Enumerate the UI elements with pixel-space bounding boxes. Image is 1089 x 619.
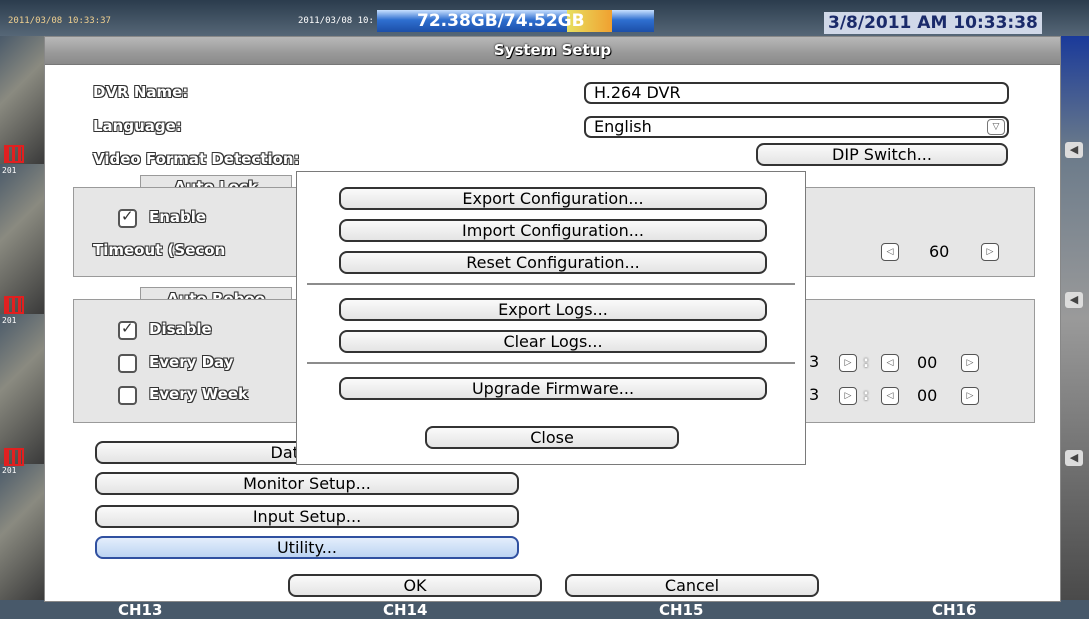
input-setup-button[interactable]: Input Setup... — [95, 505, 519, 528]
every-week-minute-spinner[interactable]: ◁ 00 ▷ — [881, 386, 981, 406]
record-icon — [4, 448, 24, 466]
speaker-icon[interactable]: ◀ — [1065, 142, 1083, 158]
upgrade-firmware-button[interactable]: Upgrade Firmware... — [339, 377, 767, 400]
language-select[interactable]: English ▽ — [584, 116, 1009, 138]
export-configuration-button[interactable]: Export Configuration... — [339, 187, 767, 210]
every-day-hour-value: 3 — [809, 352, 820, 371]
chevron-down-icon[interactable]: ▽ — [987, 119, 1005, 135]
dialog-title: System Setup — [45, 37, 1060, 65]
channel-label: CH13 — [118, 601, 163, 619]
hdd-usage-meter: 72.38GB/74.52GB — [377, 10, 654, 32]
camera-tile-left-2: 201 — [0, 164, 44, 314]
language-value: English — [594, 117, 652, 136]
reboot-disable-radio[interactable]: ✓ — [118, 319, 137, 340]
import-configuration-button[interactable]: Import Configuration... — [339, 219, 767, 242]
channel-label: CH16 — [932, 601, 977, 619]
divider — [307, 362, 795, 364]
camera-timestamp: 201 — [2, 166, 17, 175]
every-week-minute-value: 00 — [917, 386, 938, 405]
dvr-name-label: DVR Name: — [93, 83, 189, 101]
record-icon — [4, 296, 24, 314]
speaker-icon[interactable]: ◀ — [1065, 450, 1083, 466]
arrow-right-icon[interactable]: ▷ — [961, 354, 979, 372]
auto-lock-enable-label: Enable — [149, 208, 207, 226]
divider — [307, 283, 795, 285]
time-separator: : — [863, 353, 869, 371]
every-day-minute-value: 00 — [917, 353, 938, 372]
camera-tile-left-3: 201 — [0, 314, 44, 464]
video-format-label: Video Format Detection: — [93, 150, 300, 168]
channel-bar: CH13 CH14 CH15 CH16 — [0, 600, 1089, 619]
checkmark-icon: ✓ — [121, 207, 134, 225]
reboot-every-week-radio[interactable] — [118, 386, 137, 405]
arrow-right-icon[interactable]: ▷ — [981, 243, 999, 261]
utility-popup: Export Configuration... Import Configura… — [296, 171, 806, 465]
ok-button[interactable]: OK — [288, 574, 542, 597]
record-icon — [4, 145, 24, 163]
arrow-left-icon[interactable]: ◁ — [881, 354, 899, 372]
timeout-spinner[interactable]: ◁ 60 ▷ — [881, 242, 1001, 262]
system-clock: 3/8/2011 AM 10:33:38 — [824, 12, 1042, 34]
cancel-button[interactable]: Cancel — [565, 574, 819, 597]
time-separator: : — [863, 386, 869, 404]
channel-label: CH15 — [659, 601, 704, 619]
language-label: Language: — [93, 117, 182, 135]
arrow-right-icon[interactable]: ▷ — [839, 354, 857, 372]
channel-label: CH14 — [383, 601, 428, 619]
camera-tile-right — [1059, 36, 1089, 600]
reboot-every-week-label: Every Week — [149, 385, 248, 403]
close-button[interactable]: Close — [425, 426, 679, 449]
camera-tile-left-4: 201 — [0, 464, 44, 600]
export-logs-button[interactable]: Export Logs... — [339, 298, 767, 321]
arrow-left-icon[interactable]: ◁ — [881, 387, 899, 405]
reboot-disable-label: Disable — [149, 320, 212, 338]
timeout-label: Timeout (Secon — [93, 241, 226, 259]
timeout-value: 60 — [929, 242, 950, 261]
camera-timestamp: 201 — [2, 466, 17, 475]
auto-lock-enable-checkbox[interactable]: ✓ — [118, 207, 137, 228]
every-week-hour-value: 3 — [809, 385, 820, 404]
utility-button[interactable]: Utility... — [95, 536, 519, 559]
status-timestamp-left: 2011/03/08 10:33:37 — [8, 16, 111, 26]
clear-logs-button[interactable]: Clear Logs... — [339, 330, 767, 353]
dip-switch-button[interactable]: DIP Switch... — [756, 143, 1008, 166]
reboot-every-day-radio[interactable] — [118, 354, 137, 373]
status-timestamp-center: 2011/03/08 10: — [298, 16, 374, 26]
camera-timestamp: 201 — [2, 316, 17, 325]
monitor-setup-button[interactable]: Monitor Setup... — [95, 472, 519, 495]
reset-configuration-button[interactable]: Reset Configuration... — [339, 251, 767, 274]
checkmark-icon: ✓ — [121, 319, 134, 337]
status-bar: 2011/03/08 10:33:37 2011/03/08 10: 72.38… — [0, 0, 1089, 36]
arrow-right-icon[interactable]: ▷ — [961, 387, 979, 405]
dvr-name-input[interactable]: H.264 DVR — [584, 82, 1009, 104]
arrow-right-icon[interactable]: ▷ — [839, 387, 857, 405]
arrow-left-icon[interactable]: ◁ — [881, 243, 899, 261]
every-day-minute-spinner[interactable]: ◁ 00 ▷ — [881, 353, 981, 373]
reboot-every-day-label: Every Day — [149, 353, 234, 371]
speaker-icon[interactable]: ◀ — [1065, 292, 1083, 308]
hdd-usage-text: 72.38GB/74.52GB — [417, 11, 585, 31]
dvr-name-value: H.264 DVR — [594, 83, 681, 102]
